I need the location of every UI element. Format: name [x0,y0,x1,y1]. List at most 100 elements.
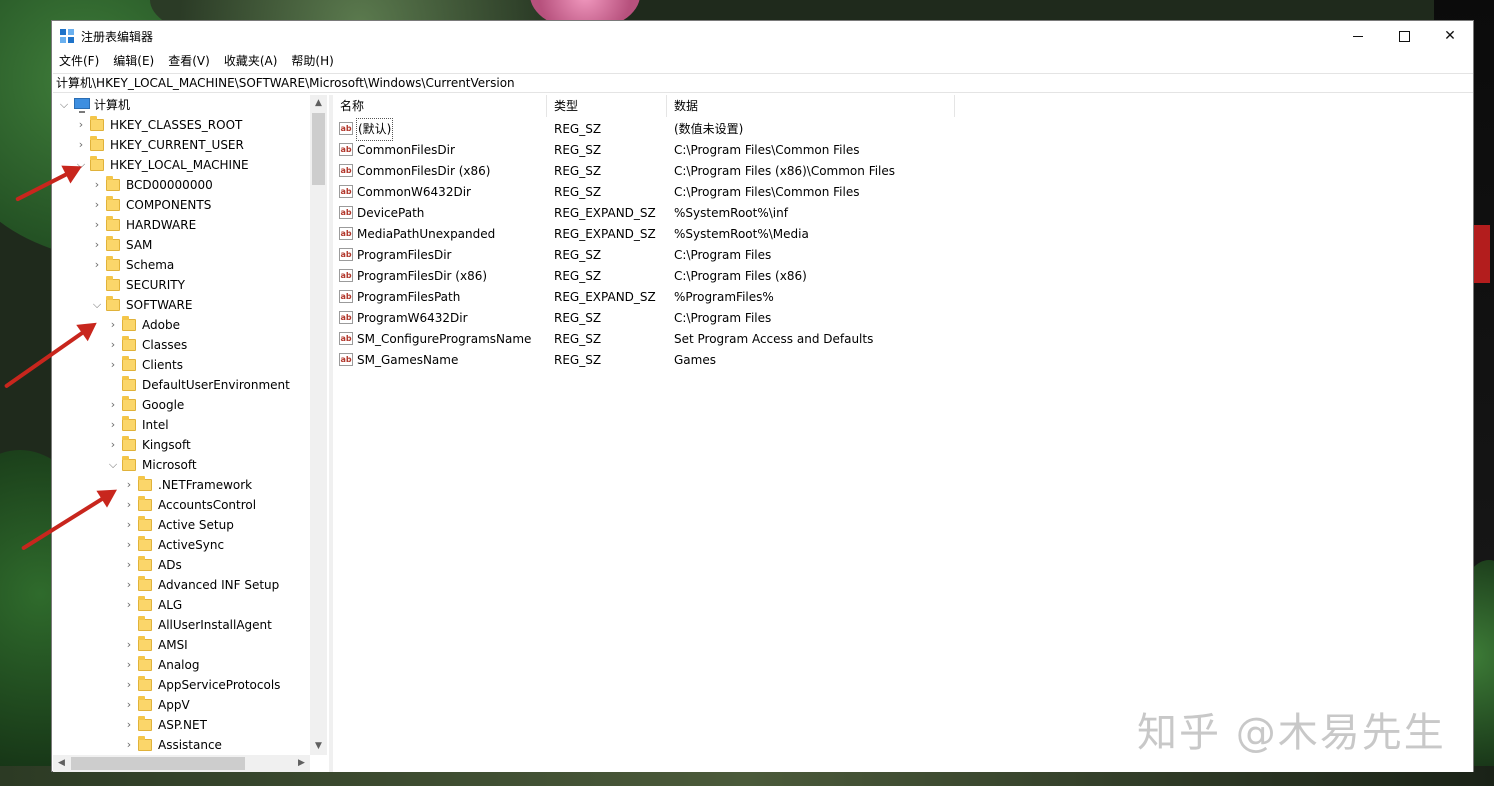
chevron-right-icon[interactable]: › [108,335,118,355]
menu-bar: 文件(F) 编辑(E) 查看(V) 收藏夹(A) 帮助(H) [52,51,1473,71]
value-row[interactable]: ab ProgramW6432Dir REG_SZ C:\Program Files [333,308,1233,329]
value-name: ProgramFilesDir [357,248,452,262]
folder-icon [138,616,152,631]
column-header-type[interactable]: 类型 [547,95,667,117]
tree-vertical-scrollbar[interactable]: ▲ ▼ [310,95,327,755]
chevron-right-icon[interactable]: › [124,635,134,655]
chevron-right-icon[interactable]: › [124,495,134,515]
chevron-right-icon[interactable]: › [124,575,134,595]
chevron-right-icon[interactable]: › [92,235,102,255]
folder-icon [106,216,120,231]
tree-item-label: ALG [158,598,183,612]
maximize-button[interactable] [1381,21,1427,51]
scroll-up-icon[interactable]: ▲ [310,95,327,112]
folder-icon [138,536,152,551]
folder-icon [106,296,120,311]
string-value-icon: ab [339,311,353,324]
value-name: CommonFilesDir (x86) [357,164,491,178]
value-type: REG_SZ [554,332,602,346]
value-name: DevicePath [357,206,425,220]
column-header-name[interactable]: 名称 [333,95,547,117]
scroll-thumb[interactable] [312,113,325,185]
chevron-right-icon[interactable]: › [92,175,102,195]
value-row[interactable]: ab SM_ConfigureProgramsName REG_SZ Set Prog… [333,329,1233,350]
value-row[interactable]: ab DevicePath REG_EXPAND_SZ %SystemRoot%\in… [333,203,1233,224]
value-name: ProgramW6432Dir [357,311,468,325]
scroll-left-icon[interactable]: ◀ [53,755,70,772]
folder-icon [138,736,152,751]
chevron-down-icon[interactable]: ⌵ [59,95,69,115]
address-bar[interactable]: 计算机\HKEY_LOCAL_MACHINE\SOFTWARE\Microsof… [53,73,1473,93]
string-value-icon: ab [339,227,353,240]
value-type: REG_SZ [554,353,602,367]
value-name: ProgramFilesDir (x86) [357,269,488,283]
menu-edit[interactable]: 编辑(E) [106,51,161,71]
folder-icon [106,236,120,251]
folder-icon [122,356,136,371]
close-icon: ✕ [1444,28,1456,44]
close-button[interactable]: ✕ [1427,21,1473,51]
value-data: C:\Program Files (x86)\Common Files [674,164,896,178]
chevron-right-icon[interactable]: › [124,515,134,535]
chevron-right-icon[interactable]: › [108,395,118,415]
value-row[interactable]: ab MediaPathUnexpanded REG_EXPAND_SZ %Syste… [333,224,1233,245]
chevron-down-icon[interactable]: ⌵ [108,455,118,475]
folder-icon [122,376,136,391]
minimize-icon [1353,35,1363,37]
chevron-right-icon[interactable]: › [124,655,134,675]
chevron-right-icon[interactable]: › [124,695,134,715]
folder-icon [122,336,136,351]
scroll-thumb[interactable] [71,757,245,770]
chevron-right-icon[interactable]: › [92,255,102,275]
chevron-right-icon[interactable]: › [124,535,134,555]
minimize-button[interactable] [1335,21,1381,51]
value-type: REG_SZ [554,143,602,157]
scroll-right-icon[interactable]: ▶ [293,755,310,772]
tree-item-label: AccountsControl [158,498,257,512]
scroll-down-icon[interactable]: ▼ [310,738,327,755]
tree-horizontal-scrollbar[interactable]: ◀ ▶ [53,755,310,772]
menu-favorites[interactable]: 收藏夹(A) [217,51,285,71]
chevron-right-icon[interactable]: › [124,715,134,735]
chevron-right-icon[interactable]: › [92,215,102,235]
chevron-right-icon[interactable]: › [124,595,134,615]
tree-item-label: SECURITY [126,278,185,292]
chevron-right-icon[interactable]: › [108,355,118,375]
chevron-right-icon[interactable]: › [124,475,134,495]
watermark: 知乎 @木易先生 [1137,710,1446,756]
value-row[interactable]: ab CommonFilesDir (x86) REG_SZ C:\Program F… [333,161,1233,182]
value-type: REG_EXPAND_SZ [554,290,656,304]
tree-item-label: ADs [158,558,182,572]
folder-icon [122,416,136,431]
menu-file[interactable]: 文件(F) [52,51,106,71]
value-row[interactable]: ab CommonFilesDir REG_SZ C:\Program Files\C… [333,140,1233,161]
chevron-right-icon[interactable]: › [108,415,118,435]
value-row[interactable]: ab ProgramFilesDir REG_SZ C:\Program Files [333,245,1233,266]
tree-item-label: AppServiceProtocols [158,678,281,692]
tree-item-label: Google [142,398,185,412]
value-row[interactable]: ab ProgramFilesPath REG_EXPAND_SZ %ProgramF… [333,287,1233,308]
column-header-data[interactable]: 数据 [667,95,955,117]
menu-help[interactable]: 帮助(H) [284,51,340,71]
chevron-right-icon[interactable]: › [76,135,86,155]
value-type: REG_SZ [554,248,602,262]
chevron-right-icon[interactable]: › [92,195,102,215]
value-name: ProgramFilesPath [357,290,461,304]
chevron-right-icon[interactable]: › [124,555,134,575]
value-row[interactable]: ab ProgramFilesDir (x86) REG_SZ C:\Program … [333,266,1233,287]
chevron-right-icon[interactable]: › [108,435,118,455]
chevron-right-icon[interactable]: › [124,735,134,755]
chevron-right-icon[interactable]: › [124,675,134,695]
value-row[interactable]: ab (默认) REG_SZ (数值未设置) [333,118,1233,141]
menu-view[interactable]: 查看(V) [161,51,217,71]
value-row[interactable]: ab SM_GamesName REG_SZ Games [333,350,1233,371]
title-bar[interactable]: 注册表编辑器 ✕ [52,21,1473,51]
folder-icon [122,316,136,331]
chevron-right-icon[interactable]: › [108,315,118,335]
tree-item-label: DefaultUserEnvironment [142,378,290,392]
value-data: C:\Program Files\Common Files [674,185,860,199]
value-row[interactable]: ab CommonW6432Dir REG_SZ C:\Program Files\C… [333,182,1233,203]
chevron-down-icon[interactable]: ⌵ [92,295,102,315]
chevron-right-icon[interactable]: › [76,115,86,135]
folder-icon [122,396,136,411]
